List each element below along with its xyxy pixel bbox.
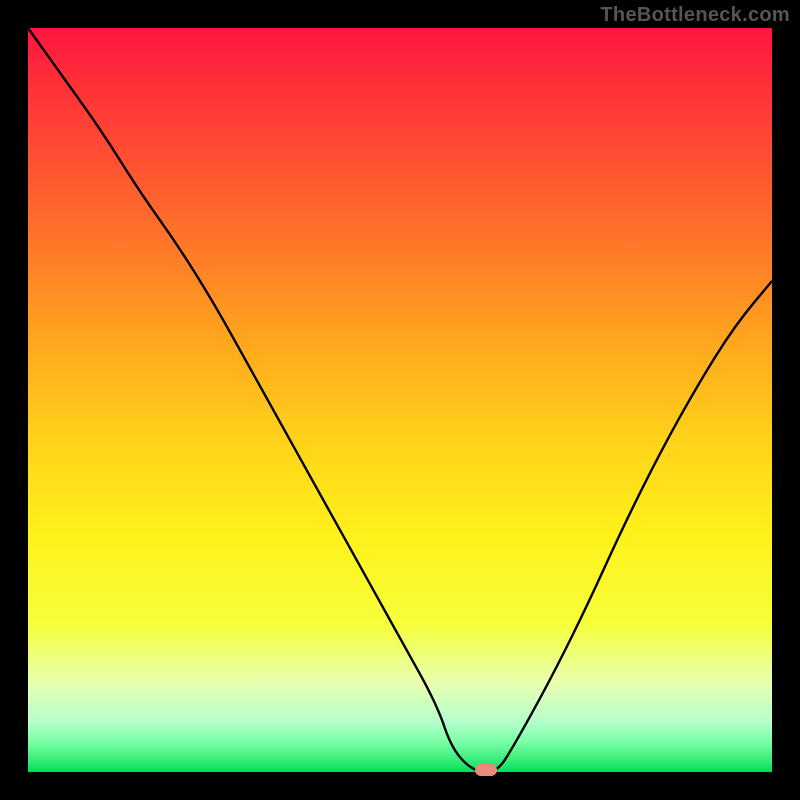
plot-area bbox=[28, 28, 772, 772]
chart-frame: TheBottleneck.com bbox=[0, 0, 800, 800]
bottleneck-curve bbox=[28, 28, 772, 772]
watermark-text: TheBottleneck.com bbox=[600, 4, 790, 27]
optimal-point-marker bbox=[475, 764, 497, 776]
curve-path bbox=[28, 28, 772, 772]
